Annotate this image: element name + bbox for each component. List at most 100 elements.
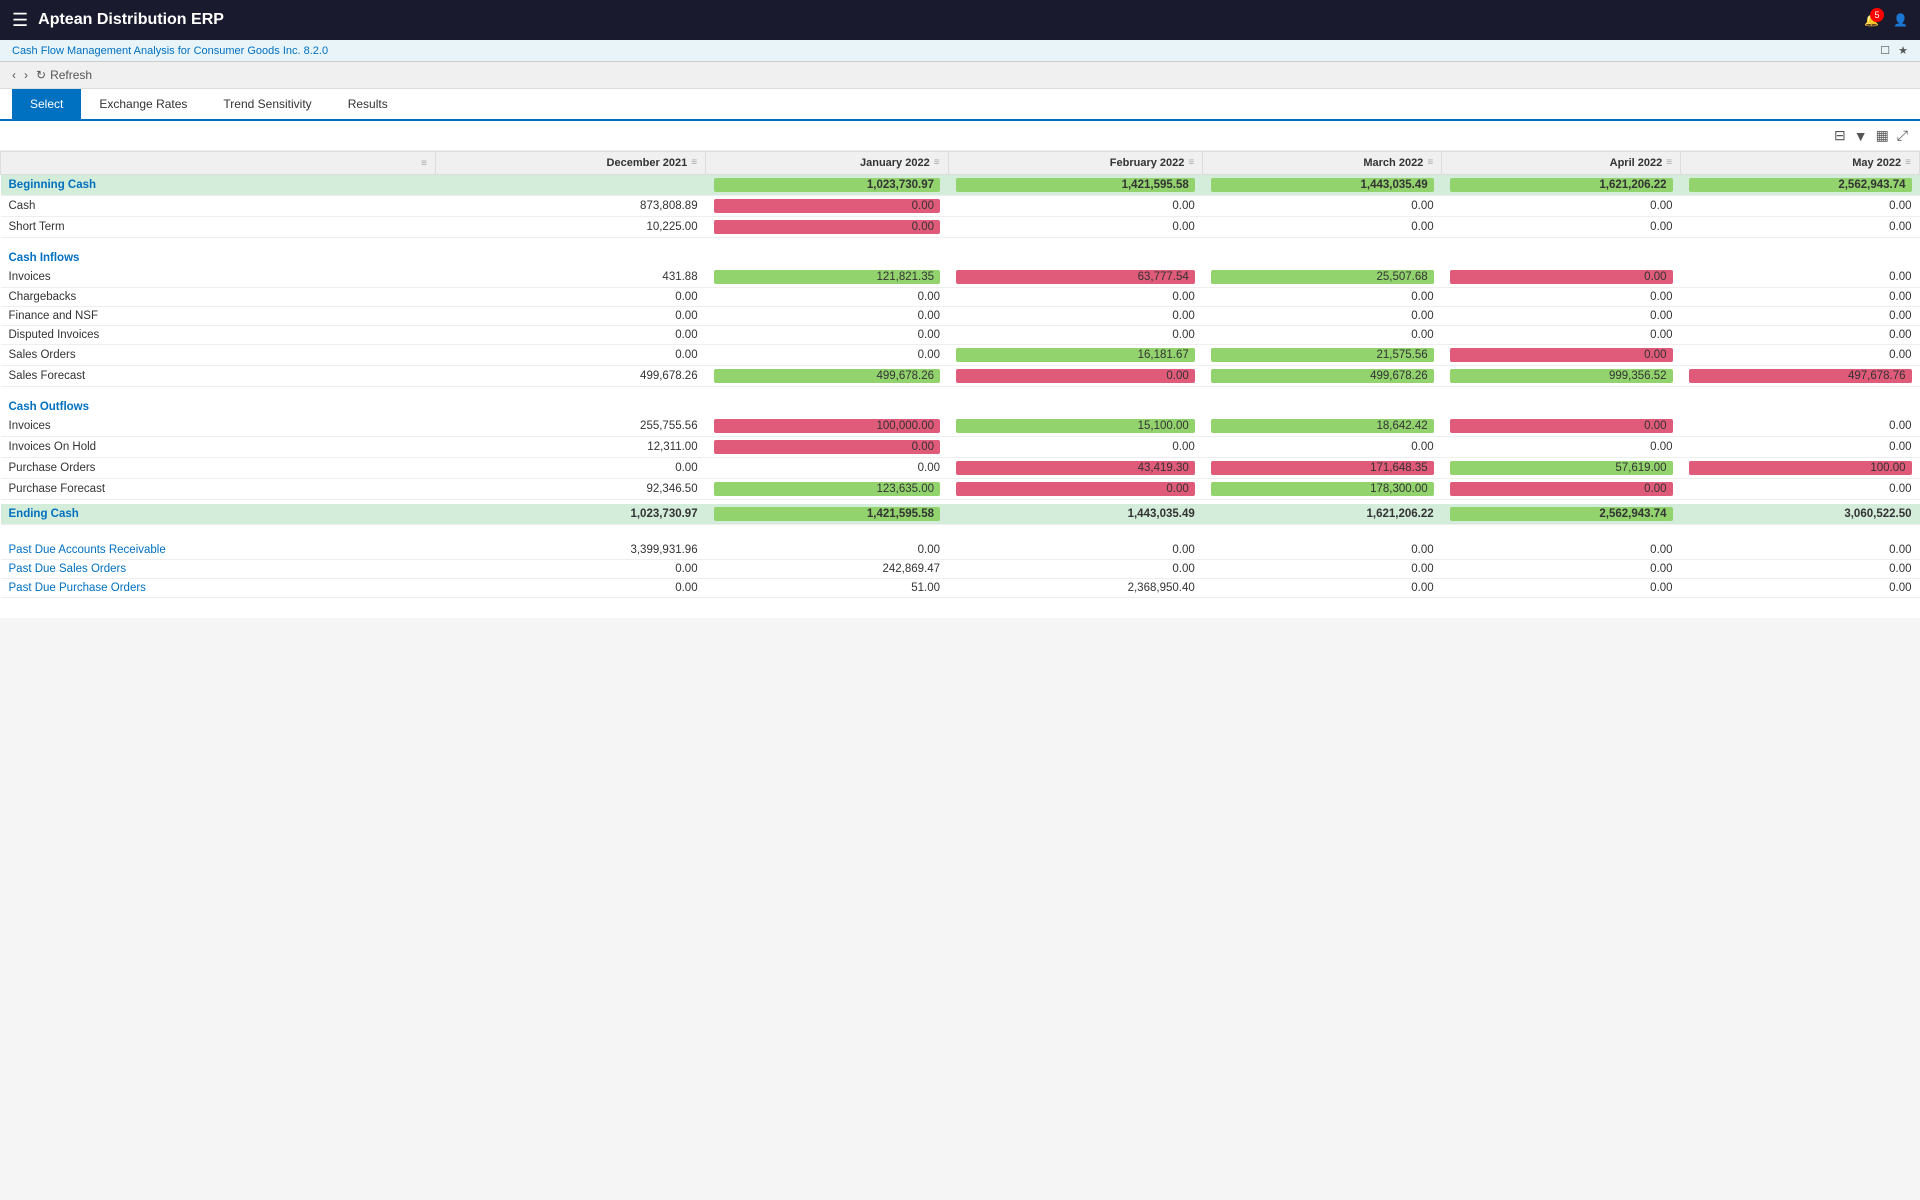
table-header-row: ≡ December 2021 ≡ January 2022 ≡ Februar… bbox=[1, 152, 1920, 175]
beginning-cash-may2022-value: 2,562,943.74 bbox=[1689, 178, 1912, 192]
hamburger-icon[interactable]: ☰ bbox=[12, 10, 28, 31]
sales-forecast-mar2022-value: 499,678.26 bbox=[1211, 369, 1434, 383]
window-icon[interactable]: ☐ bbox=[1880, 44, 1890, 57]
top-bar-left: ☰ Aptean Distribution ERP bbox=[12, 10, 224, 31]
beginning-cash-mar2022: 1,443,035.49 bbox=[1203, 175, 1442, 196]
past-due-so-mar2022: 0.00 bbox=[1203, 559, 1442, 578]
col-menu-mar2022[interactable]: ≡ bbox=[1427, 157, 1433, 168]
purchase-orders-row: Purchase Orders 0.00 0.00 43,419.30 171,… bbox=[1, 458, 1920, 479]
beginning-cash-jan2022: 1,023,730.97 bbox=[706, 175, 948, 196]
col-menu-desc[interactable]: ≡ bbox=[421, 158, 427, 169]
beginning-cash-mar2022-value: 1,443,035.49 bbox=[1211, 178, 1434, 192]
finance-nsf-jan2022: 0.00 bbox=[706, 307, 948, 326]
col-menu-dec2021[interactable]: ≡ bbox=[691, 157, 697, 168]
cash-inflows-header-row: Cash Inflows bbox=[1, 242, 1920, 267]
purchase-orders-label: Purchase Orders bbox=[1, 458, 436, 479]
forward-button[interactable]: › bbox=[24, 68, 28, 82]
refresh-button[interactable]: ↻ Refresh bbox=[36, 68, 92, 82]
sales-orders-label: Sales Orders bbox=[1, 345, 436, 366]
short-term-jan2022-value: 0.00 bbox=[714, 220, 940, 234]
past-due-po-may2022: 0.00 bbox=[1681, 578, 1920, 597]
col-mar2022: March 2022 ≡ bbox=[1203, 152, 1442, 175]
past-due-po-row: Past Due Purchase Orders 0.00 51.00 2,36… bbox=[1, 578, 1920, 597]
invoices-in-mar2022-value: 25,507.68 bbox=[1211, 270, 1434, 284]
ending-cash-jan2022: 1,421,595.58 bbox=[706, 504, 948, 525]
ending-cash-apr2022-value: 2,562,943.74 bbox=[1450, 507, 1673, 521]
col-desc: ≡ bbox=[1, 152, 436, 175]
user-icon[interactable]: 👤 bbox=[1893, 13, 1908, 27]
dropdown-icon[interactable]: ▼ bbox=[1854, 128, 1868, 144]
beginning-cash-feb2022: 1,421,595.58 bbox=[948, 175, 1203, 196]
sales-forecast-dec2021: 499,678.26 bbox=[436, 366, 706, 387]
past-due-so-dec2021: 0.00 bbox=[436, 559, 706, 578]
sales-orders-row: Sales Orders 0.00 0.00 16,181.67 21,575.… bbox=[1, 345, 1920, 366]
finance-nsf-row: Finance and NSF 0.00 0.00 0.00 0.00 0.00… bbox=[1, 307, 1920, 326]
col-menu-jan2022[interactable]: ≡ bbox=[934, 157, 940, 168]
ending-cash-apr2022: 2,562,943.74 bbox=[1442, 504, 1681, 525]
invoices-out-label: Invoices bbox=[1, 416, 436, 437]
invoices-in-feb2022: 63,777.54 bbox=[948, 267, 1203, 288]
notification-count: 5 bbox=[1870, 8, 1884, 22]
grid-view-icon[interactable]: ▦ bbox=[1876, 127, 1889, 144]
filter-icon[interactable]: ⊟ bbox=[1834, 127, 1846, 144]
back-button[interactable]: ‹ bbox=[12, 68, 16, 82]
invoices-out-feb2022-value: 15,100.00 bbox=[956, 419, 1195, 433]
invoices-in-row: Invoices 431.88 121,821.35 63,777.54 25,… bbox=[1, 267, 1920, 288]
finance-nsf-may2022: 0.00 bbox=[1681, 307, 1920, 326]
notification-button[interactable]: 🔔 5 bbox=[1864, 13, 1879, 27]
past-due-so-row: Past Due Sales Orders 0.00 242,869.47 0.… bbox=[1, 559, 1920, 578]
purchase-forecast-mar2022: 178,300.00 bbox=[1203, 479, 1442, 500]
cash-outflows-header-row: Cash Outflows bbox=[1, 391, 1920, 416]
beginning-cash-apr2022: 1,621,206.22 bbox=[1442, 175, 1681, 196]
col-menu-may2022[interactable]: ≡ bbox=[1905, 157, 1911, 168]
col-feb2022: February 2022 ≡ bbox=[948, 152, 1203, 175]
ending-cash-feb2022: 1,443,035.49 bbox=[948, 504, 1203, 525]
invoices-out-feb2022: 15,100.00 bbox=[948, 416, 1203, 437]
beginning-cash-feb2022-value: 1,421,595.58 bbox=[956, 178, 1195, 192]
refresh-bar: ‹ › ↻ Refresh bbox=[0, 62, 1920, 89]
past-due-po-mar2022: 0.00 bbox=[1203, 578, 1442, 597]
ending-cash-mar2022: 1,621,206.22 bbox=[1203, 504, 1442, 525]
sales-orders-feb2022: 16,181.67 bbox=[948, 345, 1203, 366]
sales-forecast-row: Sales Forecast 499,678.26 499,678.26 0.0… bbox=[1, 366, 1920, 387]
invoices-on-hold-jan2022: 0.00 bbox=[706, 437, 948, 458]
short-term-label: Short Term bbox=[1, 217, 436, 238]
past-due-po-feb2022: 2,368,950.40 bbox=[948, 578, 1203, 597]
chargebacks-label: Chargebacks bbox=[1, 288, 436, 307]
short-term-may2022: 0.00 bbox=[1681, 217, 1920, 238]
sales-orders-mar2022: 21,575.56 bbox=[1203, 345, 1442, 366]
tab-exchange-rates[interactable]: Exchange Rates bbox=[81, 89, 205, 119]
invoices-in-label: Invoices bbox=[1, 267, 436, 288]
col-menu-feb2022[interactable]: ≡ bbox=[1188, 157, 1194, 168]
past-due-ar-row: Past Due Accounts Receivable 3,399,931.9… bbox=[1, 541, 1920, 560]
cash-dec2021: 873,808.89 bbox=[436, 196, 706, 217]
purchase-forecast-feb2022: 0.00 bbox=[948, 479, 1203, 500]
invoices-in-mar2022: 25,507.68 bbox=[1203, 267, 1442, 288]
tab-trend-sensitivity[interactable]: Trend Sensitivity bbox=[205, 89, 329, 119]
invoices-out-dec2021: 255,755.56 bbox=[436, 416, 706, 437]
invoices-in-may2022: 0.00 bbox=[1681, 267, 1920, 288]
subtitle-bar: Cash Flow Management Analysis for Consum… bbox=[0, 40, 1920, 62]
purchase-forecast-feb2022-value: 0.00 bbox=[956, 482, 1195, 496]
purchase-forecast-row: Purchase Forecast 92,346.50 123,635.00 0… bbox=[1, 479, 1920, 500]
sales-forecast-label: Sales Forecast bbox=[1, 366, 436, 387]
disputed-invoices-row: Disputed Invoices 0.00 0.00 0.00 0.00 0.… bbox=[1, 326, 1920, 345]
invoices-on-hold-feb2022: 0.00 bbox=[948, 437, 1203, 458]
col-menu-apr2022[interactable]: ≡ bbox=[1666, 157, 1672, 168]
tab-select[interactable]: Select bbox=[12, 89, 81, 119]
expand-icon[interactable]: ⤢ bbox=[1897, 127, 1908, 144]
tab-results[interactable]: Results bbox=[330, 89, 406, 119]
past-due-so-may2022: 0.00 bbox=[1681, 559, 1920, 578]
ending-cash-dec2021: 1,023,730.97 bbox=[436, 504, 706, 525]
chargebacks-row: Chargebacks 0.00 0.00 0.00 0.00 0.00 0.0… bbox=[1, 288, 1920, 307]
star-icon[interactable]: ★ bbox=[1898, 44, 1908, 57]
ending-cash-row: Ending Cash 1,023,730.97 1,421,595.58 1,… bbox=[1, 504, 1920, 525]
invoices-on-hold-label: Invoices On Hold bbox=[1, 437, 436, 458]
app-title: Aptean Distribution ERP bbox=[38, 11, 224, 29]
invoices-on-hold-mar2022: 0.00 bbox=[1203, 437, 1442, 458]
cash-feb2022: 0.00 bbox=[948, 196, 1203, 217]
cash-outflows-label: Cash Outflows bbox=[1, 391, 1920, 416]
past-due-ar-apr2022: 0.00 bbox=[1442, 541, 1681, 560]
invoices-out-mar2022: 18,642.42 bbox=[1203, 416, 1442, 437]
col-apr2022-label: April 2022 bbox=[1610, 157, 1663, 169]
